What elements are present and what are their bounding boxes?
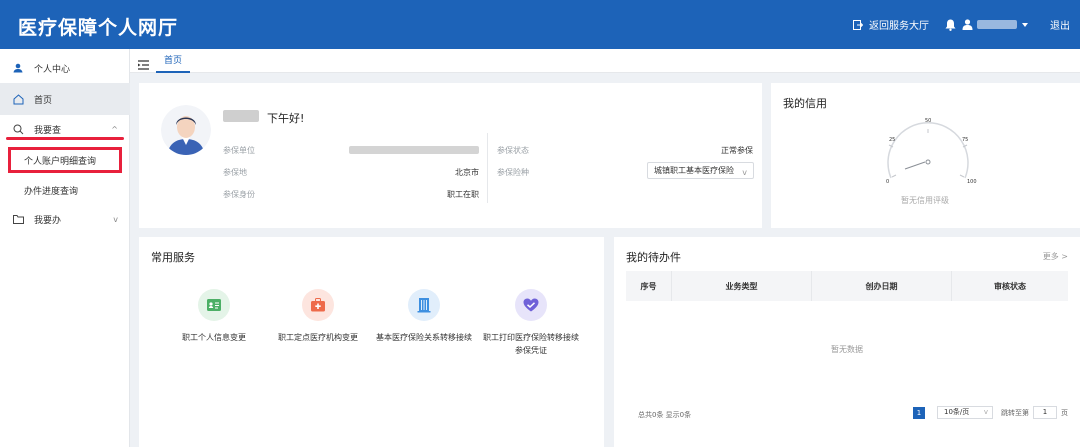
services-title: 常用服务: [151, 251, 195, 264]
tab-bar: 首页: [130, 49, 1080, 73]
goto-label: 跳转至第: [1001, 408, 1029, 417]
todo-empty-text: 暂无数据: [831, 345, 863, 354]
sidebar-item-personal-center[interactable]: 个人中心: [0, 57, 130, 79]
column-header: 业务类型: [672, 271, 812, 301]
chevron-up-icon: ^: [111, 124, 118, 134]
user-icon: [962, 19, 973, 30]
credit-gauge: 0 25 50 75 100: [886, 118, 977, 185]
insurance-type-value: 城镇职工基本医疗保险: [654, 166, 734, 175]
home-icon: [12, 93, 24, 105]
highlight-box: [8, 147, 122, 173]
service-item[interactable]: 基本医疗保险关系转移接续: [369, 289, 479, 344]
services-panel: 常用服务 职工个人信息变更 职工定点医疗机构变更 基本医疗保险关系转移接续 职工…: [139, 237, 604, 447]
service-label: 基本医疗保险关系转移接续: [376, 333, 472, 342]
sidebar-item-label: 首页: [34, 95, 53, 106]
chevron-down-icon: v: [983, 408, 988, 416]
return-icon: [853, 19, 863, 30]
gauge-tick-75: 75: [962, 137, 968, 143]
gauge-tick-100: 100: [967, 179, 977, 185]
page-size-value: 10条/页: [944, 408, 970, 416]
service-label: 职工个人信息变更: [182, 333, 246, 342]
notification-bell[interactable]: [945, 19, 956, 31]
user-center-icon: [12, 62, 24, 74]
return-hall-link[interactable]: 返回服务大厅: [853, 17, 929, 32]
header-actions: 返回服务大厅 退出: [841, 0, 1070, 49]
menu-toggle-icon[interactable]: [138, 55, 149, 74]
folder-icon: [12, 213, 24, 225]
identity-value: 职工在职: [447, 190, 479, 199]
todo-table-header: 序号 业务类型 创办日期 审核状态: [626, 271, 1068, 301]
divider: [487, 133, 488, 203]
page-unit-label: 页: [1061, 408, 1068, 417]
name-blurred: [223, 110, 259, 122]
goto-page-input[interactable]: 1: [1033, 406, 1057, 419]
gauge-tick-50: 50: [925, 118, 931, 124]
unit-value-blurred: [349, 146, 479, 154]
sidebar-group-query[interactable]: 我要查 ^: [0, 119, 130, 139]
building-icon: [408, 289, 440, 321]
sidebar: 个人中心 首页 我要查 ^ 个人账户明细查询 办件进度查询 我要办 v: [0, 49, 130, 447]
chevron-down-icon: [1022, 22, 1028, 27]
pagination: 1 10条/页 v 跳转至第 1 页: [913, 406, 1068, 419]
todo-title: 我的待办件: [626, 251, 681, 264]
top-header: 医疗保障个人网厅 返回服务大厅 退出: [0, 0, 1080, 49]
tab-home[interactable]: 首页: [156, 49, 191, 73]
sidebar-group-handle[interactable]: 我要办 v: [0, 209, 130, 229]
credit-empty-text: 暂无信用评级: [901, 196, 949, 205]
column-header: 审核状态: [994, 281, 1026, 291]
sidebar-group-label: 我要查: [34, 125, 62, 136]
profile-panel: 下午好! 参保单位 参保地 北京市 参保身份 职工在职 参保状态 正常参保 参保…: [139, 83, 762, 228]
credit-panel: 我的信用 0 25 50 75 100 暂无信用评级: [771, 83, 1080, 228]
sidebar-item-home[interactable]: 首页: [0, 83, 130, 115]
logout-button[interactable]: 退出: [1050, 17, 1070, 32]
heart-icon: [515, 289, 547, 321]
column-header: 创办日期: [812, 271, 952, 301]
service-label: 职工打印医疗保险转移接续 参保凭证: [483, 333, 579, 355]
place-value: 北京市: [455, 168, 479, 177]
service-label: 职工定点医疗机构变更: [278, 333, 358, 342]
service-item[interactable]: 职工个人信息变更: [159, 289, 269, 344]
identity-label: 参保身份: [223, 190, 255, 199]
status-value: 正常参保: [721, 146, 753, 155]
more-link[interactable]: 更多 >: [1043, 251, 1068, 262]
service-item[interactable]: 职工打印医疗保险转移接续 参保凭证: [476, 289, 586, 357]
sidebar-item-label: 个人中心: [34, 64, 71, 75]
username-blurred: [977, 20, 1017, 29]
id-card-icon: [198, 289, 230, 321]
user-menu[interactable]: [962, 19, 1028, 30]
status-label: 参保状态: [497, 146, 529, 155]
place-label: 参保地: [223, 168, 247, 177]
return-hall-label: 返回服务大厅: [869, 21, 929, 32]
chevron-down-icon: v: [742, 168, 747, 177]
column-header: 序号: [626, 271, 672, 301]
insurance-type-label: 参保险种: [497, 168, 529, 177]
sidebar-group-label: 我要办: [34, 215, 62, 226]
search-icon: [12, 123, 24, 135]
avatar: [161, 105, 211, 155]
medical-kit-icon: [302, 289, 334, 321]
unit-label: 参保单位: [223, 146, 255, 155]
page-size-select[interactable]: 10条/页 v: [937, 406, 993, 419]
logout-label: 退出: [1050, 21, 1070, 32]
app-title: 医疗保障个人网厅: [18, 17, 179, 39]
greeting: 下午好!: [267, 112, 305, 125]
pager-summary: 总共0条 显示0条: [638, 411, 692, 419]
sidebar-subitem-label: 办件进度查询: [24, 186, 79, 197]
sidebar-subitem-progress[interactable]: 办件进度查询: [0, 179, 130, 201]
chevron-down-icon: v: [113, 214, 118, 224]
service-item[interactable]: 职工定点医疗机构变更: [263, 289, 373, 344]
gauge-tick-0: 0: [886, 179, 889, 185]
page-number-button[interactable]: 1: [913, 406, 925, 419]
gauge-tick-25: 25: [889, 137, 895, 143]
highlight-underline: [6, 137, 124, 140]
insurance-type-select[interactable]: 城镇职工基本医疗保险 v: [647, 162, 754, 179]
bell-icon: [945, 19, 956, 31]
todo-panel: 我的待办件 更多 > 序号 业务类型 创办日期 审核状态 暂无数据 总共0条 显…: [614, 237, 1080, 447]
